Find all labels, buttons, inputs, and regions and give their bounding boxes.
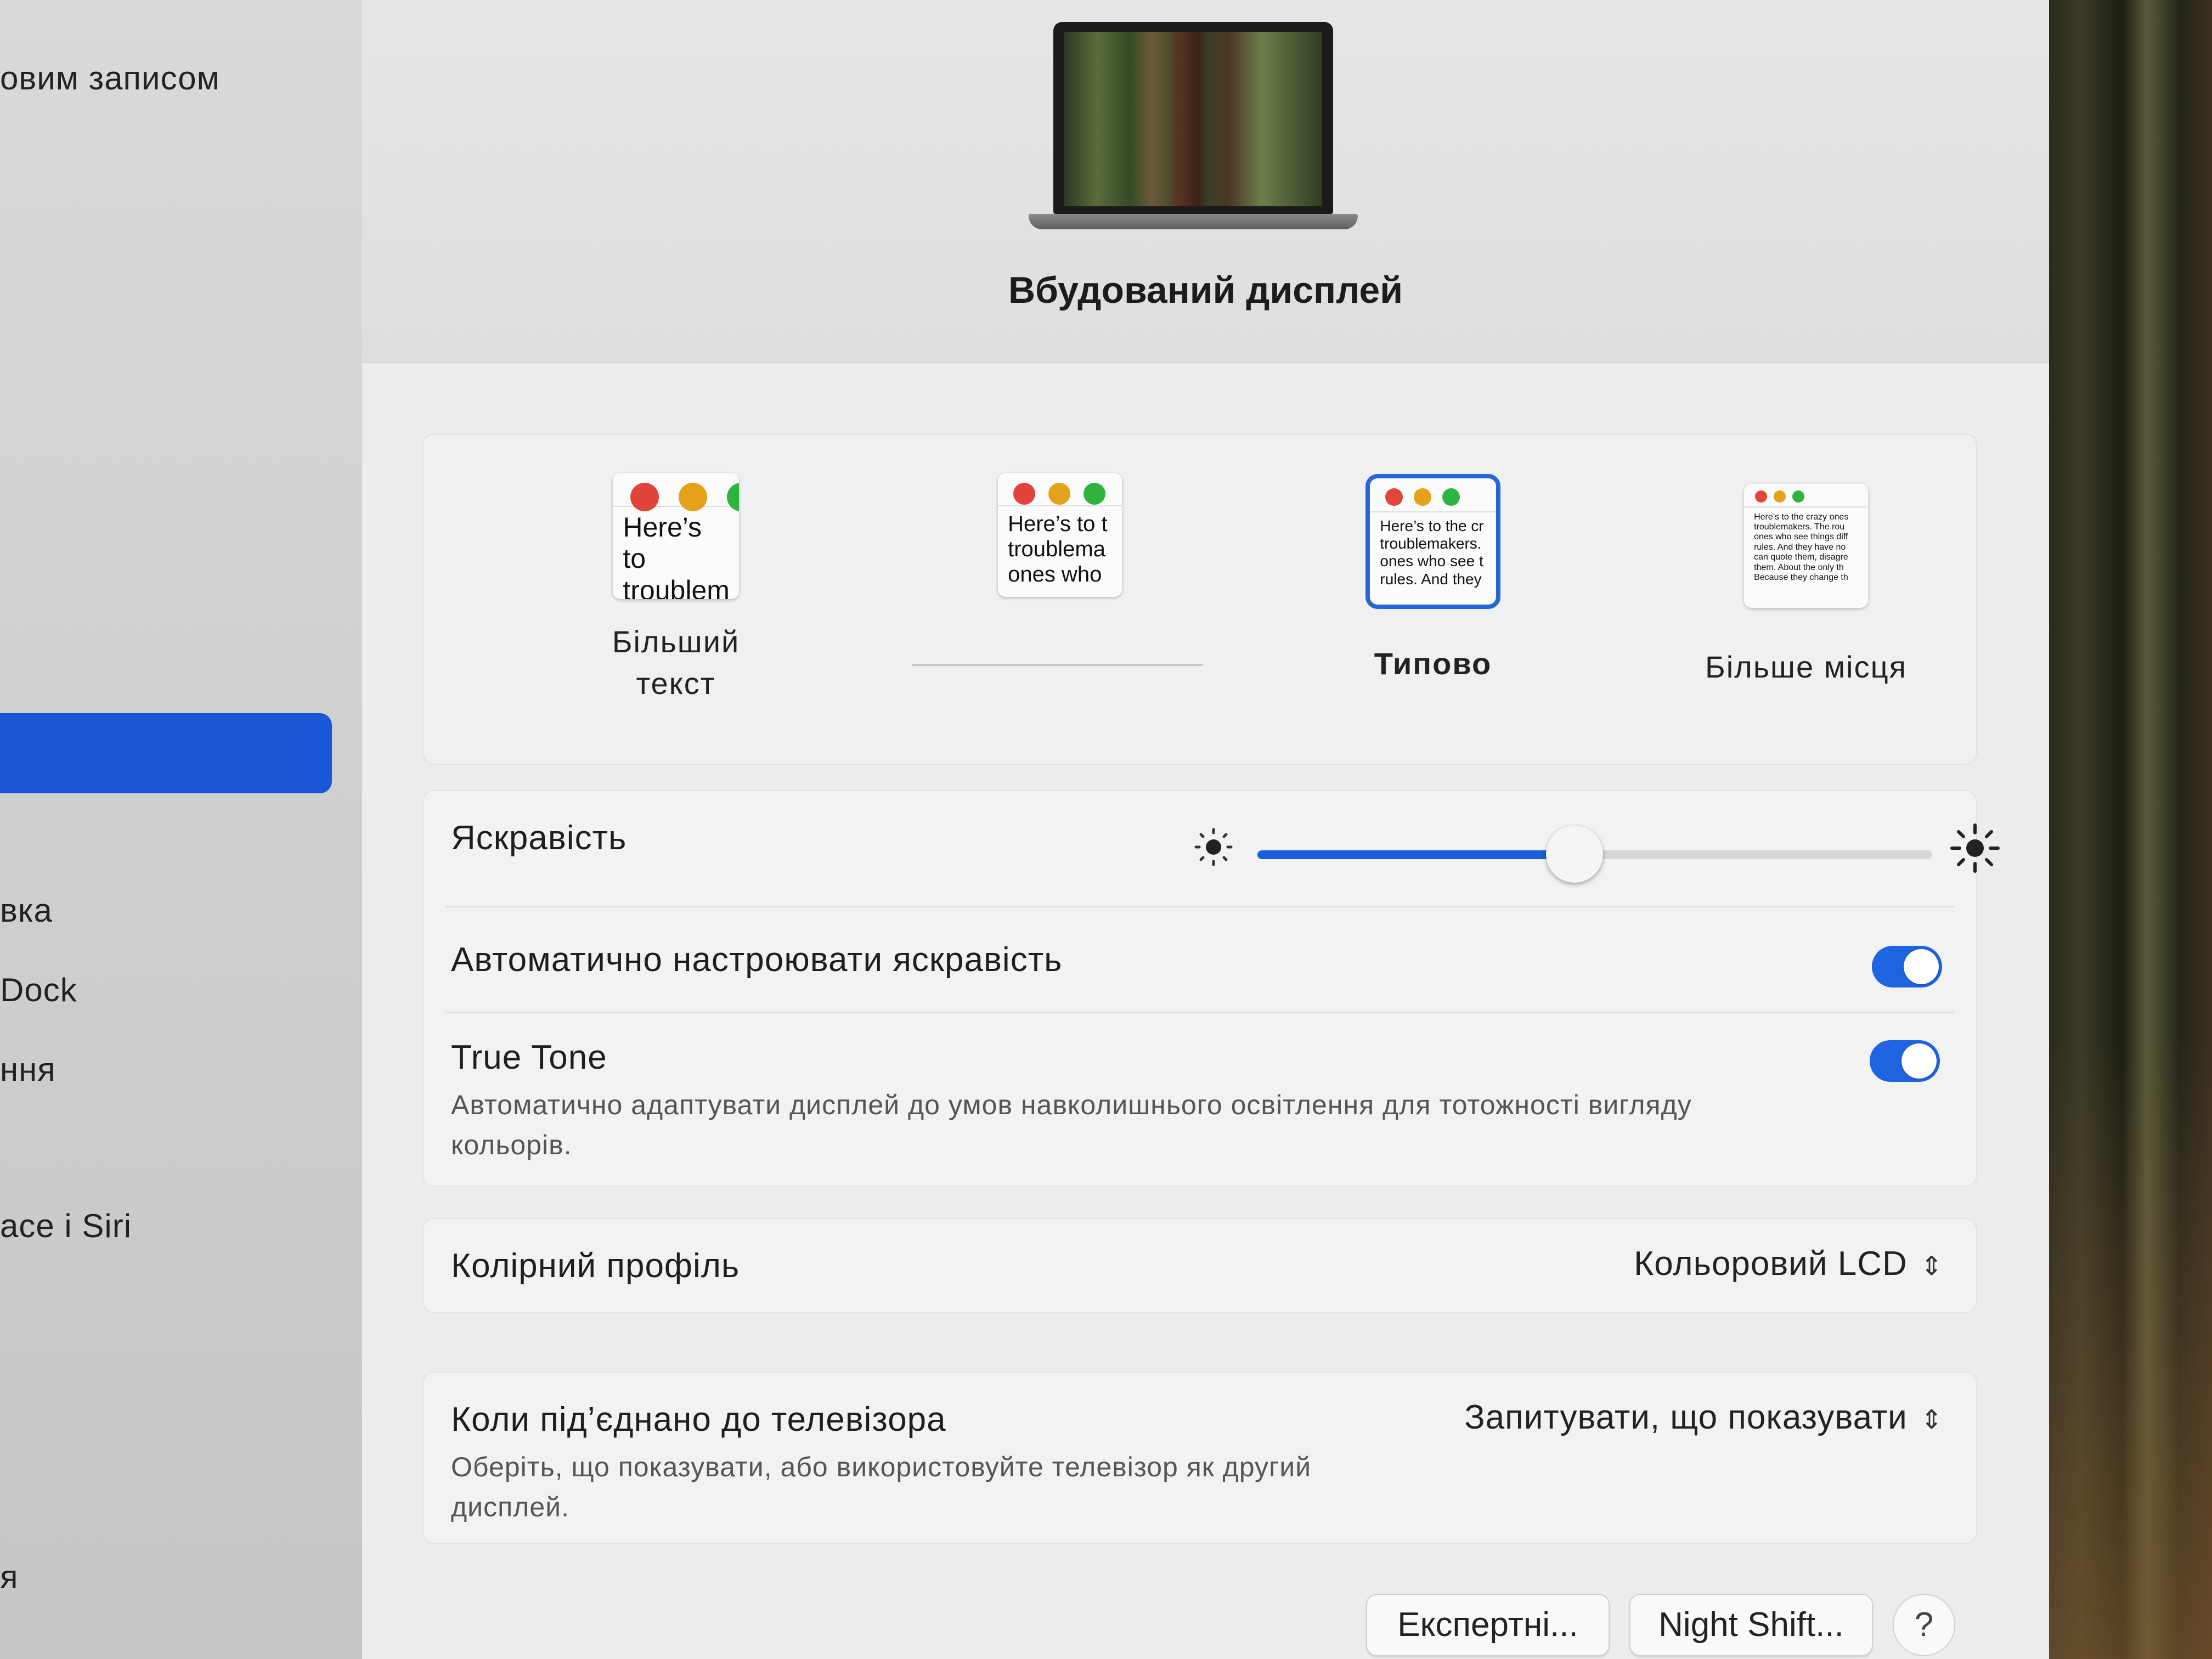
updown-chevron-icon: ⇕ xyxy=(1920,1251,1943,1281)
auto-brightness-toggle[interactable] xyxy=(1872,946,1942,988)
sidebar-item-label: ння xyxy=(0,1051,56,1088)
resolution-preview: Here’s to t troublema ones who xyxy=(998,473,1122,597)
resolution-label: Типово xyxy=(1374,646,1492,681)
laptop-icon xyxy=(1029,22,1391,247)
sidebar-item-label: я xyxy=(0,1559,19,1595)
color-profile-value: Кольоровий LCD xyxy=(1634,1245,1908,1283)
color-profile-popup[interactable]: Кольоровий LCD ⇕ xyxy=(1634,1244,1943,1283)
brightness-high-icon xyxy=(1949,822,2001,877)
preview-text: Here’s to the cr troublemakers. ones who… xyxy=(1380,517,1484,588)
night-shift-button[interactable]: Night Shift... xyxy=(1629,1594,1873,1656)
brightness-row: Яскравість xyxy=(424,791,2000,906)
tv-value: Запитувати, що показувати xyxy=(1464,1398,1908,1436)
tv-description: Оберіть, що показувати, або використовуй… xyxy=(451,1452,1312,1522)
desktop-wallpaper xyxy=(2049,0,2212,1659)
resolution-label: Більше місця xyxy=(1705,650,1907,684)
color-profile-group: Колірний профіль Кольоровий LCD ⇕ xyxy=(422,1218,1977,1313)
sidebar-item-wallpaper[interactable]: вка xyxy=(0,891,53,929)
resolution-preview: Here’s to the crazy ones troublemakers. … xyxy=(1744,484,1868,608)
help-button[interactable]: ? xyxy=(1893,1594,1955,1656)
auto-brightness-label: Автоматично настроювати яскравість xyxy=(451,941,1063,979)
zoom-dot-icon xyxy=(1084,483,1105,505)
resolution-option-more-space[interactable]: Here’s to the crazy ones troublemakers. … xyxy=(1696,473,1916,688)
display-settings-pane: Вбудований дисплей Here’s to troublem Бі… xyxy=(362,0,2049,1659)
resolution-label: Більший текст xyxy=(612,624,740,701)
tv-group: Коли під’єднано до телевізора Оберіть, щ… xyxy=(422,1372,1977,1544)
sidebar-item-dock[interactable]: Dock xyxy=(0,971,77,1009)
updown-chevron-icon: ⇕ xyxy=(1920,1405,1943,1435)
minimize-dot-icon xyxy=(1774,490,1786,503)
true-tone-label: True Tone xyxy=(451,1039,607,1076)
sidebar-item-label: Dock xyxy=(0,972,77,1008)
auto-brightness-row: Автоматично настроювати яскравість xyxy=(424,907,1976,1012)
brightness-slider-fill xyxy=(1257,850,1575,859)
minimize-dot-icon xyxy=(679,483,707,511)
sidebar-item-label: вка xyxy=(0,892,53,929)
close-dot-icon xyxy=(1755,490,1767,503)
close-dot-icon xyxy=(630,483,659,511)
minimize-dot-icon xyxy=(1414,488,1431,506)
resolution-picker: Here’s to troublem Більший текст Here’s … xyxy=(422,433,1977,765)
resolution-preview: Here’s to the cr troublemakers. ones who… xyxy=(1365,474,1500,609)
resolution-divider xyxy=(912,664,1203,666)
sidebar-item-label: ace і Siri xyxy=(0,1207,132,1244)
true-tone-row: True Tone Автоматично адаптувати дисплей… xyxy=(424,1013,1976,1183)
brightness-group: Яскравість Автоматично настроювати яскра… xyxy=(422,790,2000,1187)
sidebar-item-account[interactable]: овим записом xyxy=(0,59,220,97)
zoom-dot-icon xyxy=(1442,488,1460,506)
brightness-slider[interactable] xyxy=(1257,826,1932,883)
brightness-slider-knob[interactable] xyxy=(1546,826,1604,883)
display-name: Вбудований дисплей xyxy=(1008,269,1403,311)
true-tone-toggle[interactable] xyxy=(1870,1040,1940,1082)
sidebar: овим записом вка Dock ння ace і Siri я xyxy=(0,0,365,1659)
color-profile-label: Колірний профіль xyxy=(451,1247,740,1285)
resolution-option-larger-text[interactable]: Here’s to troublem Більший текст xyxy=(566,473,786,704)
preview-text: Here’s to the crazy ones troublemakers. … xyxy=(1754,512,1849,583)
display-header: Вбудований дисплей xyxy=(362,0,2049,363)
sidebar-item-screensaver[interactable]: ння xyxy=(0,1051,56,1088)
advanced-button[interactable]: Експертні... xyxy=(1366,1594,1610,1656)
close-dot-icon xyxy=(1385,488,1403,506)
sidebar-item-siri[interactable]: ace і Siri xyxy=(0,1207,132,1245)
tv-popup[interactable]: Запитувати, що показувати ⇕ xyxy=(1464,1398,1943,1437)
tv-label: Коли під’єднано до телевізора xyxy=(451,1401,946,1438)
minimize-dot-icon xyxy=(1048,483,1070,505)
close-dot-icon xyxy=(1013,483,1035,505)
resolution-option-default[interactable]: Here’s to the cr troublemakers. ones who… xyxy=(1323,473,1543,685)
zoom-dot-icon xyxy=(1792,490,1804,503)
brightness-low-icon xyxy=(1192,825,1235,872)
brightness-label: Яскравість xyxy=(451,819,627,857)
sidebar-item-label: овим записом xyxy=(0,60,220,97)
preview-text: Here’s to troublem xyxy=(623,511,730,599)
sidebar-item-displays-selected[interactable] xyxy=(0,713,332,793)
resolution-option-2[interactable]: Here’s to t troublema ones who xyxy=(950,473,1170,619)
true-tone-description: Автоматично адаптувати дисплей до умов н… xyxy=(451,1090,1692,1160)
resolution-preview: Here’s to troublem xyxy=(613,473,739,599)
sidebar-item-partial[interactable]: я xyxy=(0,1558,19,1596)
preview-text: Here’s to t troublema ones who xyxy=(1008,511,1108,586)
